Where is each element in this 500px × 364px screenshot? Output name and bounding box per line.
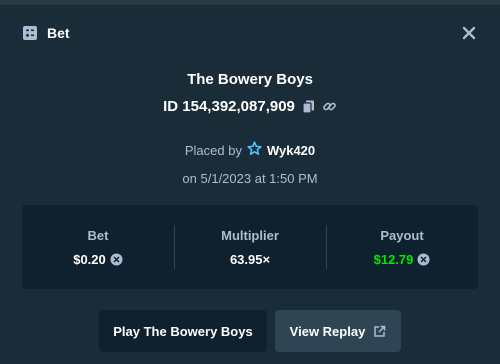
view-replay-label: View Replay xyxy=(289,323,366,339)
payout-value-row: $12.79 xyxy=(374,252,431,267)
multiplier-value: 63.95× xyxy=(229,251,271,267)
bet-value-row: $0.20 xyxy=(73,252,123,267)
play-game-label: Play The Bowery Boys xyxy=(113,323,253,339)
link-icon[interactable] xyxy=(322,99,337,114)
placed-by-label: Placed by xyxy=(184,142,242,158)
multiplier-label: Multiplier xyxy=(221,227,279,243)
stats-panel: Bet $0.20 Multiplier 63.95× Payout $12.7… xyxy=(22,205,478,289)
payout-value: $12.79 xyxy=(373,251,414,267)
play-game-button[interactable]: Play The Bowery Boys xyxy=(99,310,267,352)
currency-icon xyxy=(417,253,430,266)
bet-id-row: ID 154,392,087,909 xyxy=(0,98,500,115)
bet-label: Bet xyxy=(87,227,109,243)
copy-icon[interactable] xyxy=(301,99,316,114)
bet-modal: Bet The Bowery Boys ID 154,392,087,909 P… xyxy=(0,5,500,364)
bet-slip-icon xyxy=(22,25,38,41)
close-icon[interactable] xyxy=(461,25,477,41)
user-star-icon xyxy=(247,141,262,159)
external-link-icon xyxy=(373,325,386,338)
bet-id: ID 154,392,087,909 xyxy=(163,98,295,115)
view-replay-button[interactable]: View Replay xyxy=(275,310,401,352)
bet-value: $0.20 xyxy=(73,251,106,267)
stat-multiplier: Multiplier 63.95× xyxy=(174,205,326,289)
payout-label: Payout xyxy=(380,227,424,243)
stat-payout: Payout $12.79 xyxy=(326,205,478,289)
username-link[interactable]: Wyk420 xyxy=(267,143,315,158)
stat-bet: Bet $0.20 xyxy=(22,205,174,289)
currency-icon xyxy=(110,253,123,266)
game-name: The Bowery Boys xyxy=(187,71,313,88)
modal-header: Bet xyxy=(22,25,70,41)
placed-by-row: Placed by Wyk420 xyxy=(0,141,500,159)
modal-title: Bet xyxy=(47,25,70,41)
bet-date: on 5/1/2023 at 1:50 PM xyxy=(182,171,318,186)
action-buttons: Play The Bowery Boys View Replay xyxy=(0,310,500,352)
